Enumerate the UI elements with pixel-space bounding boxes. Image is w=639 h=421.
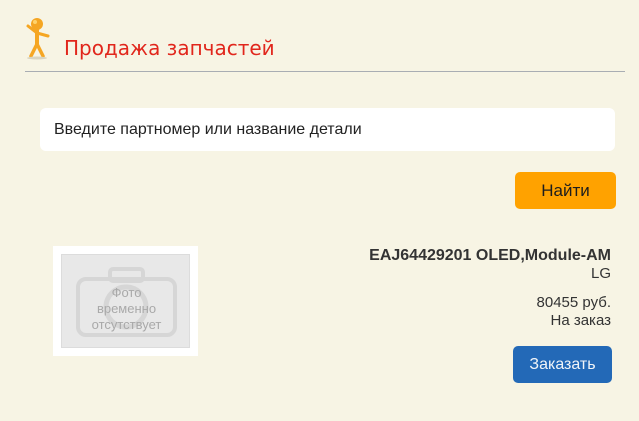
search-input[interactable] bbox=[40, 108, 615, 151]
brand-name: LG bbox=[590, 265, 611, 282]
part-name[interactable]: EAJ64429201 OLED,Module-AM bbox=[369, 246, 611, 265]
stick-figure-mascot-icon bbox=[26, 18, 50, 60]
search-button[interactable]: Найти bbox=[515, 172, 616, 209]
product-photo: Фото временно отсутствует bbox=[53, 246, 198, 356]
availability-status: На заказ bbox=[550, 312, 611, 329]
page-header: Продажа запчастей bbox=[0, 0, 639, 72]
photo-missing-text: Фото временно отсутствует bbox=[91, 285, 162, 332]
product-price: 80455 руб. bbox=[536, 294, 611, 311]
page-title: Продажа запчастей bbox=[64, 36, 275, 60]
header-divider bbox=[25, 71, 625, 72]
photo-placeholder: Фото временно отсутствует bbox=[61, 254, 190, 348]
order-button[interactable]: Заказать bbox=[513, 346, 612, 383]
product-info: EAJ64429201 OLED,Module-AM LG 80455 руб.… bbox=[369, 246, 611, 330]
